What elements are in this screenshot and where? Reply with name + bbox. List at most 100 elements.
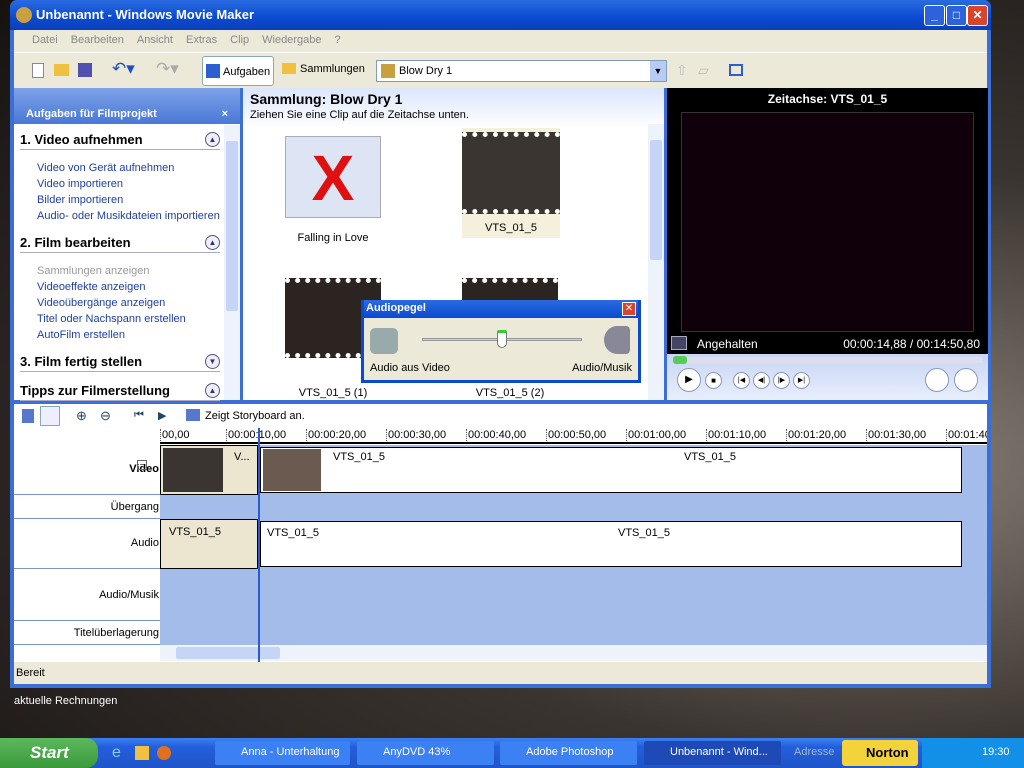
zoom-out-icon[interactable]: ⊖ <box>100 408 111 424</box>
link-autofilm[interactable]: AutoFilm erstellen <box>37 329 125 341</box>
storyboard-toggle-label[interactable]: Zeigt Storyboard an. <box>205 410 305 422</box>
minimize-button[interactable]: _ <box>924 5 945 26</box>
slider-thumb[interactable] <box>497 330 507 348</box>
collection-scrollbar[interactable] <box>648 124 664 400</box>
play-timeline-icon[interactable]: ▶ <box>158 409 166 422</box>
track-label-title-overlay: Titelüberlagerung <box>73 627 159 639</box>
next-button[interactable]: ▶| <box>793 372 810 389</box>
playhead[interactable] <box>258 428 260 662</box>
menu-extras[interactable]: Extras <box>186 34 217 46</box>
undo-icon[interactable]: ↶▾ <box>112 59 135 79</box>
seek-bar[interactable] <box>673 356 982 364</box>
section-film-fertig[interactable]: 3. Film fertig stellen ▼ <box>20 354 220 372</box>
open-icon[interactable] <box>54 64 69 76</box>
system-tray: 19:30 <box>922 738 1024 768</box>
menu-ansicht[interactable]: Ansicht <box>137 34 173 46</box>
time-ruler[interactable]: 00,00 00:00:10,00 00:00:20,00 00:00:30,00 00… <box>160 428 987 444</box>
audio-track: Audio VTS_01_5 VTS_01_5 VTS_01_5 <box>14 519 987 569</box>
link-titles[interactable]: Titel oder Nachspann erstellen <box>37 313 186 325</box>
dialog-close-button[interactable]: ✕ <box>622 302 636 316</box>
task-pane: Aufgaben für Filmprojekt × 1. Video aufne… <box>14 88 240 401</box>
collection-select[interactable]: Blow Dry 1 ▼ <box>376 60 667 82</box>
clip-falling-in-love[interactable]: X Falling in Love <box>285 136 381 244</box>
view-icon[interactable] <box>729 64 743 76</box>
task-anydvd[interactable]: AnyDVD 43% <box>357 741 494 765</box>
collection-select-value: Blow Dry 1 <box>399 65 453 77</box>
up-folder-icon[interactable]: ⇧ <box>676 62 688 79</box>
section-film-bearbeiten[interactable]: 2. Film bearbeiten ▲ <box>20 235 220 253</box>
menu-clip[interactable]: Clip <box>230 34 249 46</box>
ruler-tick-label: 00:01:10,00 <box>706 429 767 441</box>
collections-button[interactable]: Sammlungen <box>282 63 365 75</box>
link-effects[interactable]: Videoeffekte anzeigen <box>37 281 145 293</box>
collapse-track-icon[interactable]: − <box>137 460 147 470</box>
track-label-audio-music: Audio/Musik <box>99 589 159 601</box>
task-pane-scrollbar[interactable] <box>224 125 240 400</box>
zoom-tool-icon[interactable] <box>40 406 60 426</box>
task-photoshop[interactable]: Adobe Photoshop <box>500 741 637 765</box>
menu-help[interactable]: ? <box>334 34 340 46</box>
collections-label: Sammlungen <box>300 63 365 75</box>
preview-monitor: Zeitachse: VTS_01_5 Angehalten 00:00:14,… <box>667 88 988 400</box>
menu-wiedergabe[interactable]: Wiedergabe <box>262 34 321 46</box>
save-icon[interactable] <box>78 63 92 77</box>
ie-icon[interactable]: e <box>112 744 121 762</box>
collapse-icon[interactable]: ▲ <box>205 235 220 250</box>
norton-button[interactable]: Norton <box>842 740 918 766</box>
redo-icon[interactable]: ↷▾ <box>156 59 179 79</box>
ruler-tick-label: 00:01:00,00 <box>626 429 687 441</box>
frame-forward-button[interactable]: |▶ <box>773 372 790 389</box>
section-tipps[interactable]: Tipps zur Filmerstellung ▲ <box>20 383 220 401</box>
narrate-icon[interactable] <box>22 409 34 423</box>
ruler-tick-label: 00:01:30,00 <box>866 429 927 441</box>
rewind-icon[interactable]: ⏮ <box>134 409 144 422</box>
link-import-images[interactable]: Bilder importieren <box>37 194 123 206</box>
clock-app-icon[interactable] <box>135 746 149 760</box>
link-show-collections[interactable]: Sammlungen anzeigen <box>37 265 150 277</box>
transition-track: Übergang <box>14 495 987 519</box>
clip-vts-01-5[interactable]: VTS_01_5 <box>462 128 560 238</box>
zoom-in-icon[interactable]: ⊕ <box>76 408 87 424</box>
video-clip[interactable]: V... <box>160 445 258 495</box>
task-pane-title: Aufgaben für Filmprojekt <box>26 108 157 120</box>
start-button[interactable]: Start <box>0 738 98 768</box>
new-icon[interactable] <box>32 63 44 78</box>
ruler-tick-label: 00:01:40,00 <box>946 429 987 441</box>
link-transitions[interactable]: Videoübergänge anzeigen <box>37 297 165 309</box>
snapshot-button[interactable] <box>954 368 978 392</box>
fullscreen-icon[interactable] <box>671 336 687 350</box>
close-button[interactable]: ✕ <box>967 5 988 26</box>
ruler-tick-label: 00:01:20,00 <box>786 429 847 441</box>
task-movie-maker[interactable]: Unbenannt - Wind... <box>644 741 781 765</box>
menu-bearbeiten[interactable]: Bearbeiten <box>71 34 124 46</box>
desktop-icon-label[interactable]: aktuelle Rechnungen <box>14 695 117 707</box>
frame-back-button[interactable]: ◀| <box>753 372 770 389</box>
expand-icon[interactable]: ▼ <box>205 354 220 369</box>
timeline: ⊕ ⊖ ⏮ ▶ Zeigt Storyboard an. 00,00 00:00:… <box>14 404 987 662</box>
task-pane-close-button[interactable]: × <box>222 108 228 120</box>
collapse-icon[interactable]: ▲ <box>205 383 220 398</box>
collapse-icon[interactable]: ▲ <box>205 132 220 147</box>
storyboard-icon[interactable] <box>186 409 200 421</box>
link-import-audio[interactable]: Audio- oder Musikdateien importieren <box>37 210 220 222</box>
taskbar: Start e Anna - Unterhaltung AnyDVD 43% A… <box>0 738 1024 768</box>
tasks-button[interactable]: Aufgaben <box>202 56 274 86</box>
previous-button[interactable]: |◀ <box>733 372 750 389</box>
link-capture[interactable]: Video von Gerät aufnehmen <box>37 162 174 174</box>
link-import-video[interactable]: Video importieren <box>37 178 123 190</box>
split-button[interactable] <box>925 368 949 392</box>
task-anna[interactable]: Anna - Unterhaltung <box>215 741 350 765</box>
new-folder-icon[interactable]: ▱ <box>698 62 709 79</box>
video-clip[interactable]: VTS_01_5 VTS_01_5 <box>260 447 962 493</box>
stop-button[interactable]: ■ <box>705 372 722 389</box>
maximize-button[interactable]: □ <box>946 5 967 26</box>
firefox-icon[interactable] <box>157 746 171 760</box>
audio-clip[interactable]: VTS_01_5 VTS_01_5 <box>260 521 962 567</box>
menu-datei[interactable]: Datei <box>32 34 58 46</box>
section-video-aufnehmen[interactable]: 1. Video aufnehmen ▲ <box>20 132 220 150</box>
audio-clip[interactable]: VTS_01_5 <box>160 519 258 569</box>
clip-label: VTS_01_5 (1) <box>298 387 368 399</box>
timeline-scrollbar[interactable] <box>160 645 987 661</box>
play-button[interactable]: ▶ <box>677 368 701 392</box>
chevron-down-icon[interactable]: ▼ <box>650 61 666 81</box>
